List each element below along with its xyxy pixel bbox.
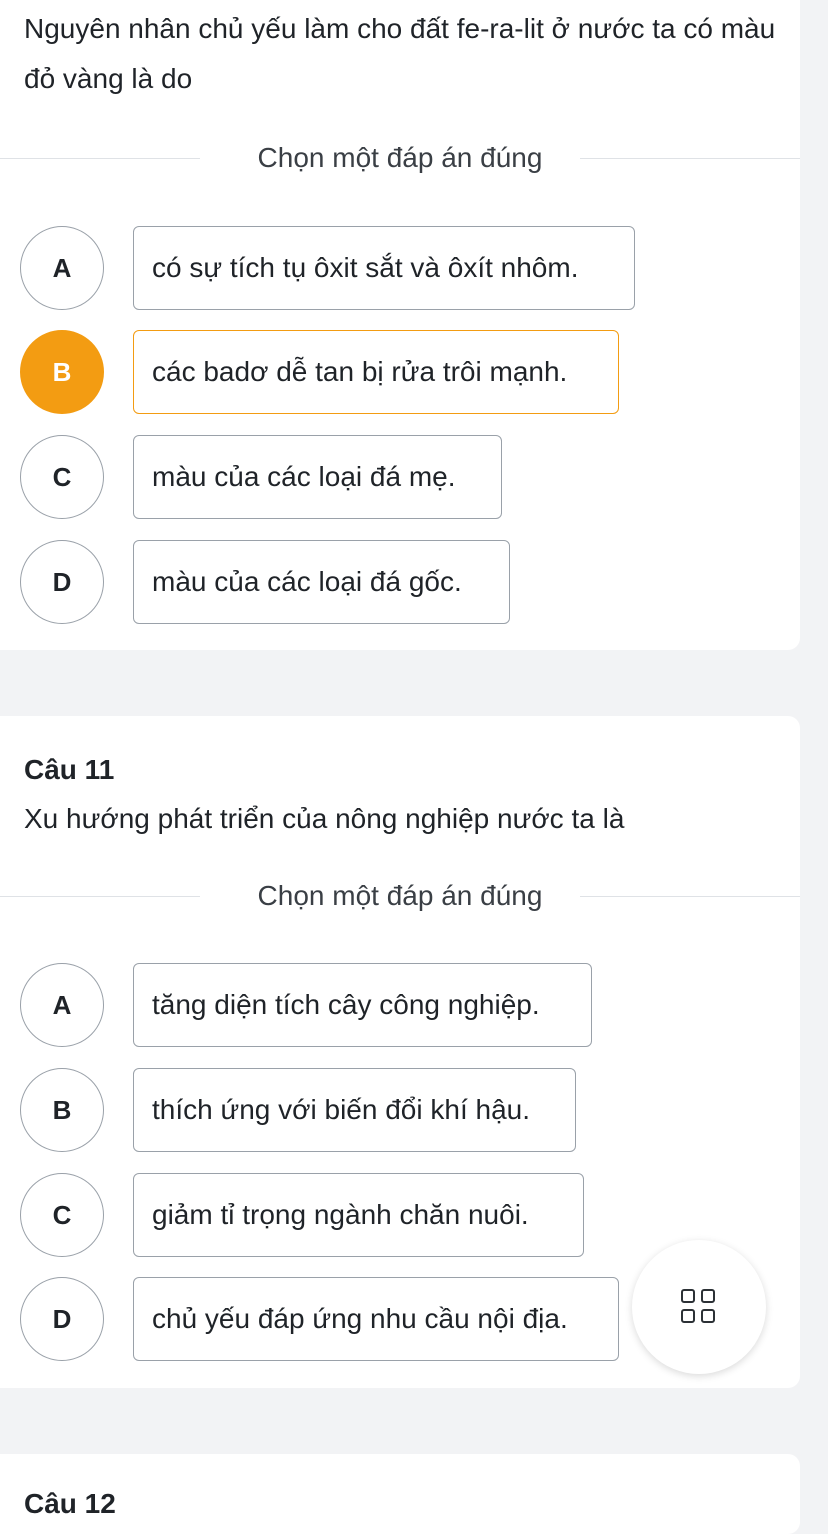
option-text[interactable]: màu của các loại đá gốc. [133, 540, 510, 624]
question-text: Xu hướng phát triển của nông nghiệp nước… [24, 803, 625, 834]
divider-line [580, 896, 800, 897]
option-text[interactable]: có sự tích tụ ôxit sắt và ôxít nhôm. [133, 226, 635, 310]
question-grid-button[interactable] [632, 1240, 766, 1374]
answer-prompt-divider: Chọn một đáp án đúng [0, 138, 800, 178]
question-number: Câu 12 [24, 1488, 116, 1519]
option-letter[interactable]: B [20, 1068, 104, 1152]
option-letter[interactable]: C [20, 1173, 104, 1257]
grid-icon [679, 1287, 719, 1327]
option-letter[interactable]: B [20, 330, 104, 414]
question-number: Câu 11 [24, 754, 115, 785]
option-letter[interactable]: A [20, 963, 104, 1047]
answer-prompt-divider: Chọn một đáp án đúng [0, 876, 800, 916]
question-text: Nguyên nhân chủ yếu làm cho đất fe-ra-li… [24, 13, 776, 94]
option-text[interactable]: thích ứng với biến đổi khí hậu. [133, 1068, 576, 1152]
question-card-10: Nguyên nhân chủ yếu làm cho đất fe-ra-li… [0, 0, 800, 650]
question-card-12: Câu 12 [0, 1454, 800, 1534]
option-letter[interactable]: C [20, 435, 104, 519]
option-text[interactable]: giảm tỉ trọng ngành chăn nuôi. [133, 1173, 584, 1257]
option-letter[interactable]: A [20, 226, 104, 310]
option-text[interactable]: các badơ dễ tan bị rửa trôi mạnh. [133, 330, 619, 414]
option-text[interactable]: tăng diện tích cây công nghiệp. [133, 963, 592, 1047]
option-text[interactable]: màu của các loại đá mẹ. [133, 435, 502, 519]
divider-line [580, 158, 800, 159]
option-text[interactable]: chủ yếu đáp ứng nhu cầu nội địa. [133, 1277, 619, 1361]
option-letter[interactable]: D [20, 540, 104, 624]
option-letter[interactable]: D [20, 1277, 104, 1361]
